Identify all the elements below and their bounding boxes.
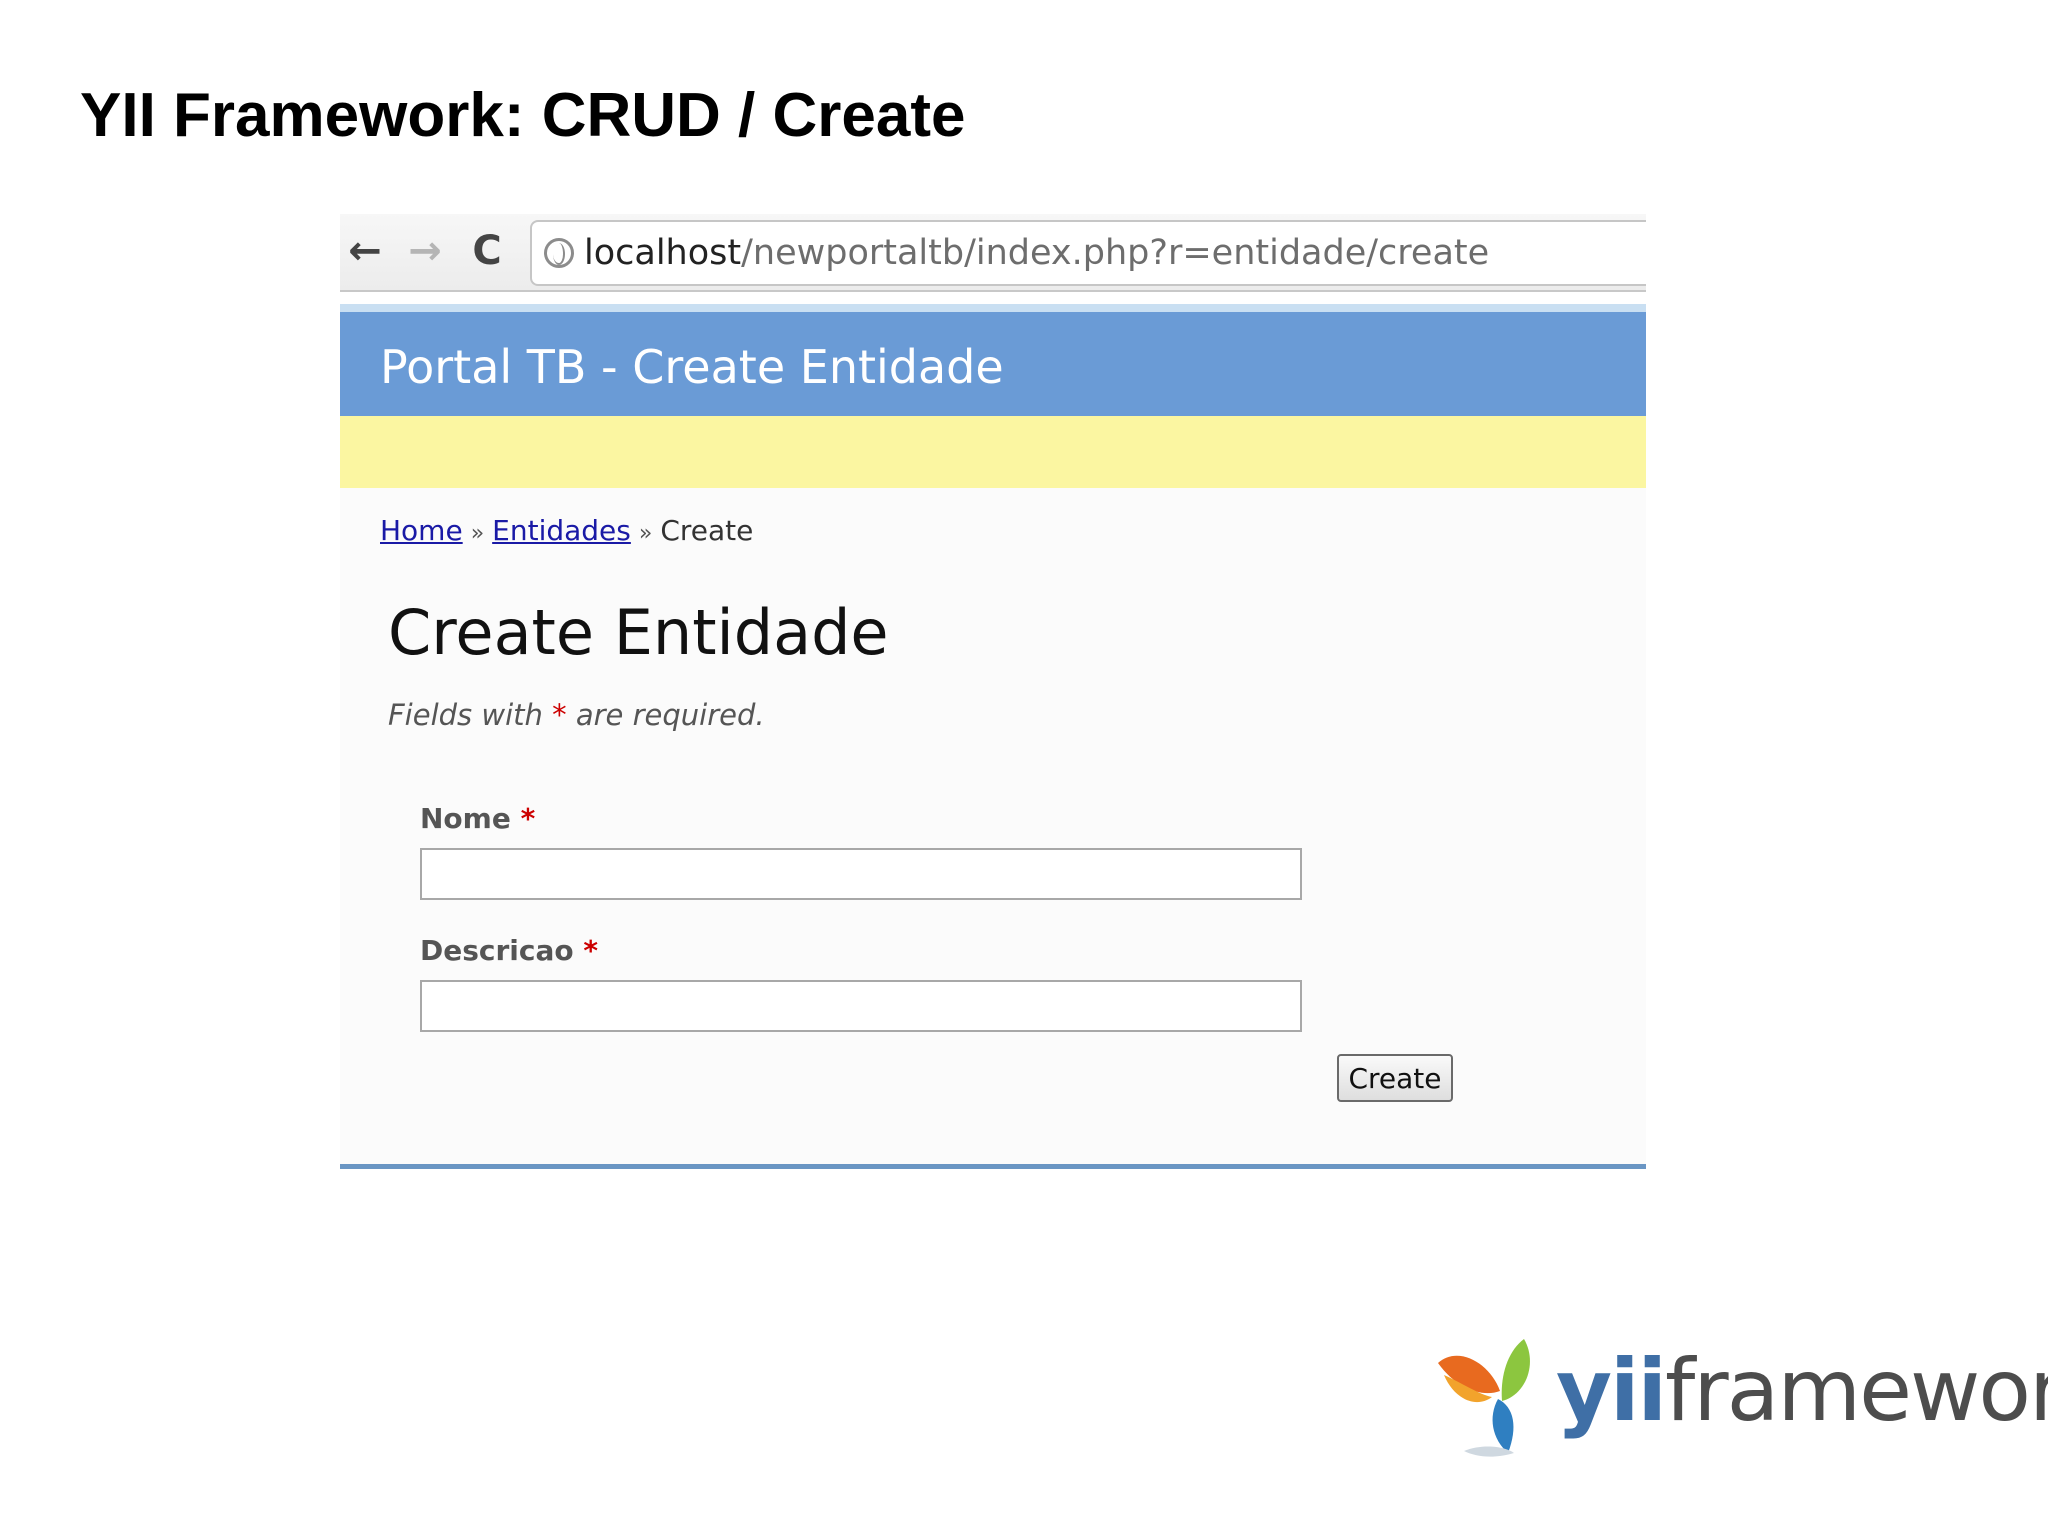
address-bar[interactable]: localhost/newportaltb/index.php?r=entida… [530,220,1646,286]
nome-input[interactable] [420,848,1302,900]
main-menu-bar [340,416,1646,488]
yii-logo: yiiframework [1428,1335,2048,1460]
yii-wordmark: yiiframework [1556,1341,2048,1441]
page-content: Home » Entidades » Create Create Entidade Fi… [340,488,1646,1164]
yii-wordmark-framework: framework [1665,1341,2048,1441]
nome-required-mark: * [520,802,536,835]
site-title: Portal TB - Create Entidade [380,340,1004,394]
back-arrow-icon[interactable]: ← [340,226,390,276]
required-note: Fields with * are required. [388,698,765,732]
required-note-asterisk: * [552,698,567,732]
descricao-input[interactable] [420,980,1302,1032]
breadcrumb-separator: » [638,521,653,546]
browser-window: ← → C localhost/newportaltb/index.php?r=… [340,214,1646,1170]
required-note-prefix: Fields with [388,698,543,732]
globe-icon [544,238,574,268]
yii-butterfly-icon [1438,1339,1530,1457]
breadcrumb-entidades-link[interactable]: Entidades [492,514,631,547]
reload-icon[interactable]: C [462,226,512,276]
page-top-border [340,304,1646,312]
descricao-label-text: Descricao [420,934,574,967]
descricao-label: Descricao * [420,934,598,967]
url-path: /newportaltb/index.php?r=entidade/create [741,233,1490,273]
footer-divider [340,1164,1646,1169]
nome-label: Nome * [420,802,535,835]
site-header: Portal TB - Create Entidade [340,312,1646,416]
slide-title: YII Framework: CRUD / Create [80,81,966,150]
descricao-required-mark: * [583,934,599,967]
browser-toolbar: ← → C localhost/newportaltb/index.php?r=… [340,214,1646,292]
url-host: localhost [584,233,742,273]
page-title: Create Entidade [388,596,889,669]
breadcrumb-home-link[interactable]: Home [380,514,463,547]
create-button[interactable]: Create [1337,1054,1453,1102]
nome-label-text: Nome [420,802,511,835]
breadcrumb-separator: » [470,521,485,546]
forward-arrow-icon[interactable]: → [400,226,450,276]
breadcrumb-current: Create [660,514,754,547]
breadcrumb: Home » Entidades » Create [380,514,753,547]
yii-wordmark-yii: yii [1556,1341,1667,1441]
required-note-suffix: are required. [575,698,765,732]
